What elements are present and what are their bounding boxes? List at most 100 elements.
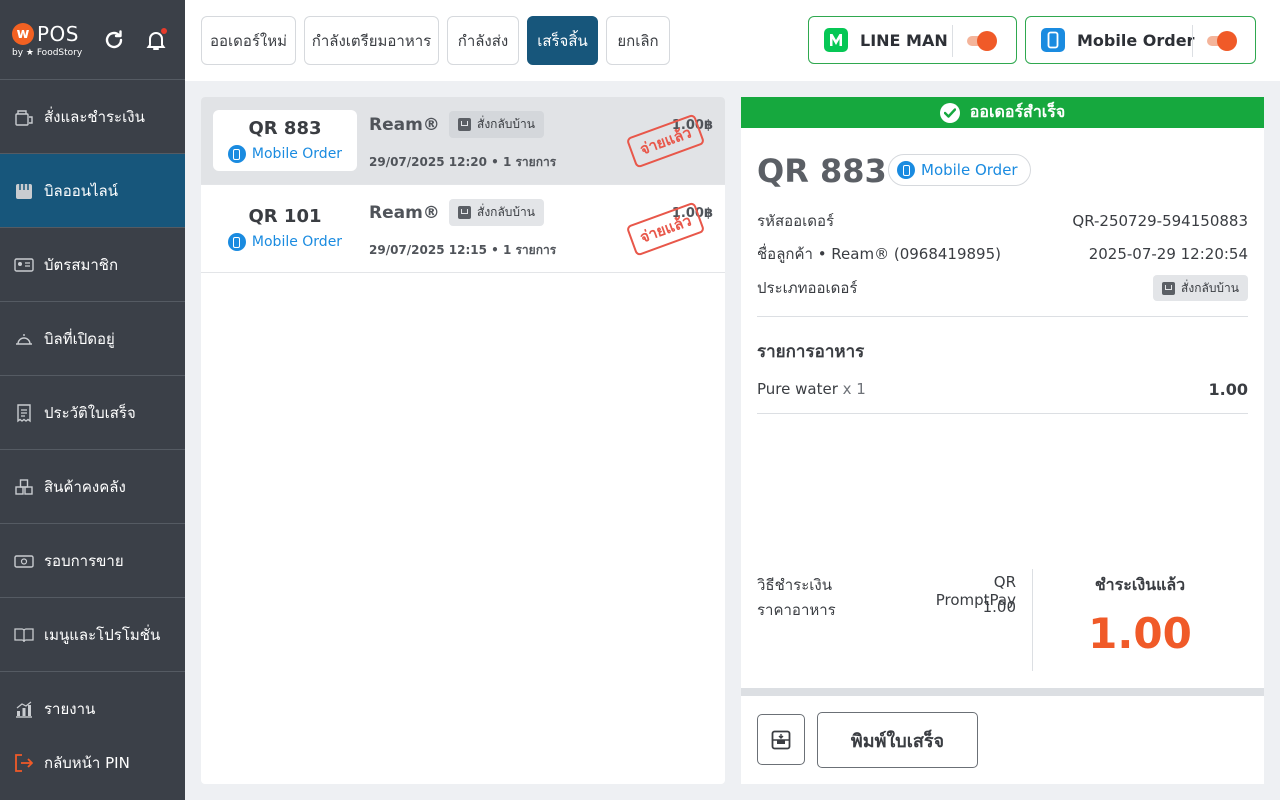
payment-method-label: วิธีชำระเงิน: [757, 576, 832, 594]
order-list: QR 883 Mobile Order Ream® สั่งกลับบ้าน 2…: [201, 97, 725, 784]
order-type-label: สั่งกลับบ้าน: [477, 205, 535, 219]
detail-channel-badge: Mobile Order: [888, 154, 1031, 186]
order-meta: 29/07/2025 12:20 • 1 รายการ: [369, 155, 557, 169]
order-id-value: QR-250729-594150883: [1072, 212, 1248, 230]
sidebar-item-report[interactable]: รายงาน: [0, 672, 185, 746]
order-detail-panel: ออเดอร์สำเร็จ QR 883 Mobile Order รหัสออ…: [741, 97, 1264, 784]
mobile-order-logo-icon: [1041, 28, 1065, 52]
sidebar-item-menu-promotion[interactable]: เมนูและโปรโมชั่น: [0, 598, 185, 672]
print-receipt-button[interactable]: พิมพ์ใบเสร็จ: [817, 712, 978, 768]
menu-book-icon: [14, 625, 34, 645]
sidebar-item-sales-round[interactable]: รอบการขาย: [0, 524, 185, 598]
order-type-row: ประเภทออเดอร์ สั่งกลับบ้าน: [757, 275, 1248, 301]
channel-divider: [952, 25, 953, 57]
notification-bell-icon[interactable]: [144, 27, 168, 52]
refresh-icon[interactable]: [102, 28, 126, 52]
mobile-order-icon: [227, 145, 246, 163]
back-to-pin-button[interactable]: กลับหน้า PIN: [0, 740, 185, 786]
order-type-row-label: ประเภทออเดอร์: [757, 279, 858, 297]
customer-label: ชื่อลูกค้า • Ream® (0968419895): [757, 245, 1001, 263]
cash-drawer-icon: [771, 730, 791, 750]
logo-text: POS: [37, 21, 79, 46]
tab-preparing[interactable]: กำลังเตรียมอาหาร: [304, 16, 439, 65]
food-price-label: ราคาอาหาร: [757, 601, 836, 619]
sidebar-item-online-bill[interactable]: บิลออนไลน์: [0, 154, 185, 228]
cash-drawer-button[interactable]: [757, 714, 805, 765]
paid-title: ชำระเงินแล้ว: [1094, 575, 1186, 594]
tab-cancelled[interactable]: ยกเลิก: [606, 16, 670, 65]
order-channel: Mobile Order: [227, 145, 343, 163]
food-item-price: 1.00: [1208, 379, 1248, 399]
logo-letter: w: [12, 22, 34, 45]
mobile-order-icon: [897, 161, 915, 179]
sidebar-item-inventory[interactable]: สินค้าคงคลัง: [0, 450, 185, 524]
mobile-order-label: Mobile Order: [1077, 30, 1195, 50]
channel-divider: [1192, 25, 1193, 57]
detail-qr-code: QR 883: [757, 152, 887, 190]
open-bill-icon: [14, 329, 34, 349]
tab-new-order[interactable]: ออเดอร์ใหม่: [201, 16, 296, 65]
sidebar-item-order-pay[interactable]: สั่งและชำระเงิน: [0, 80, 185, 154]
sidebar-item-label: รอบการขาย: [44, 551, 124, 570]
online-bill-icon: [14, 181, 34, 201]
wpos-logo: w POS by ★ FoodStory: [12, 22, 84, 58]
member-card-icon: [14, 255, 34, 275]
mobile-order-toggle[interactable]: [1207, 31, 1237, 51]
paid-stamp: จ่ายแล้ว: [625, 201, 706, 257]
tab-delivering[interactable]: กำลังส่ง: [447, 16, 519, 65]
sidebar-item-label: ประวัติใบเสร็จ: [44, 403, 136, 422]
order-id-row: รหัสออเดอร์ QR-250729-594150883: [757, 211, 1248, 231]
notification-dot: [161, 27, 167, 34]
logo-subtitle: by ★ FoodStory: [12, 47, 83, 58]
order-type-badge: สั่งกลับบ้าน: [449, 111, 544, 138]
order-list-item[interactable]: QR 101 Mobile Order Ream® สั่งกลับบ้าน 2…: [201, 185, 725, 273]
order-datetime: 2025-07-29 12:20:54: [1088, 245, 1248, 263]
detail-order-type-label: สั่งกลับบ้าน: [1181, 280, 1239, 295]
logout-icon: [14, 753, 34, 773]
order-customer-name: Ream®: [369, 203, 440, 223]
paid-amount: 1.00: [1088, 609, 1192, 658]
sales-round-icon: [14, 551, 34, 571]
order-list-item[interactable]: QR 883 Mobile Order Ream® สั่งกลับบ้าน 2…: [201, 97, 725, 185]
sidebar-item-open-bill[interactable]: บิลที่เปิดอยู่: [0, 302, 185, 376]
sidebar-item-label: บัตรสมาชิก: [44, 255, 119, 274]
line-man-toggle[interactable]: [967, 31, 997, 51]
receipt-history-icon: [14, 403, 34, 423]
sidebar: w POS by ★ FoodStory สั่งและชำระเงิน บิล…: [0, 0, 185, 800]
order-type-label: สั่งกลับบ้าน: [477, 117, 535, 131]
sidebar-item-label: บิลที่เปิดอยู่: [44, 329, 115, 348]
order-channel-label: Mobile Order: [251, 146, 343, 162]
takeaway-bag-icon: [1162, 281, 1176, 295]
tab-completed[interactable]: เสร็จสิ้น: [527, 16, 598, 65]
report-chart-icon: [14, 699, 34, 719]
check-circle-icon: [939, 102, 960, 123]
logo-area: w POS by ★ FoodStory: [0, 0, 185, 80]
order-qr-box: QR 883 Mobile Order: [213, 110, 357, 171]
order-qr-code: QR 101: [248, 206, 322, 227]
sidebar-item-label: สั่งและชำระเงิน: [44, 107, 145, 126]
sidebar-item-member-card[interactable]: บัตรสมาชิก: [0, 228, 185, 302]
order-status-text: ออเดอร์สำเร็จ: [969, 102, 1066, 121]
food-price-value: 1.00: [982, 598, 1016, 616]
food-item-row: Pure water x 1 1.00: [757, 379, 1248, 399]
order-id-label: รหัสออเดอร์: [757, 212, 835, 230]
detail-order-type-badge: สั่งกลับบ้าน: [1153, 275, 1248, 301]
sidebar-item-receipt-history[interactable]: ประวัติใบเสร็จ: [0, 376, 185, 450]
divider: [757, 316, 1248, 317]
order-channel: Mobile Order: [227, 233, 343, 251]
sidebar-item-label: เมนูและโปรโมชั่น: [44, 625, 161, 644]
divider: [757, 413, 1248, 414]
paid-stamp: จ่ายแล้ว: [625, 113, 706, 169]
takeaway-bag-icon: [458, 206, 471, 219]
order-qr-box: QR 101 Mobile Order: [213, 198, 357, 259]
detail-channel-label: Mobile Order: [921, 161, 1018, 179]
order-success-banner: ออเดอร์สำเร็จ: [741, 97, 1264, 128]
mobile-order-channel: Mobile Order: [1025, 16, 1256, 64]
takeaway-bag-icon: [458, 118, 471, 131]
sidebar-item-label: รายงาน: [44, 700, 96, 718]
inventory-icon: [14, 477, 34, 497]
order-channel-label: Mobile Order: [251, 234, 343, 250]
order-meta: 29/07/2025 12:15 • 1 รายการ: [369, 243, 557, 257]
food-items-title: รายการอาหาร: [757, 342, 865, 362]
order-type-badge: สั่งกลับบ้าน: [449, 199, 544, 226]
